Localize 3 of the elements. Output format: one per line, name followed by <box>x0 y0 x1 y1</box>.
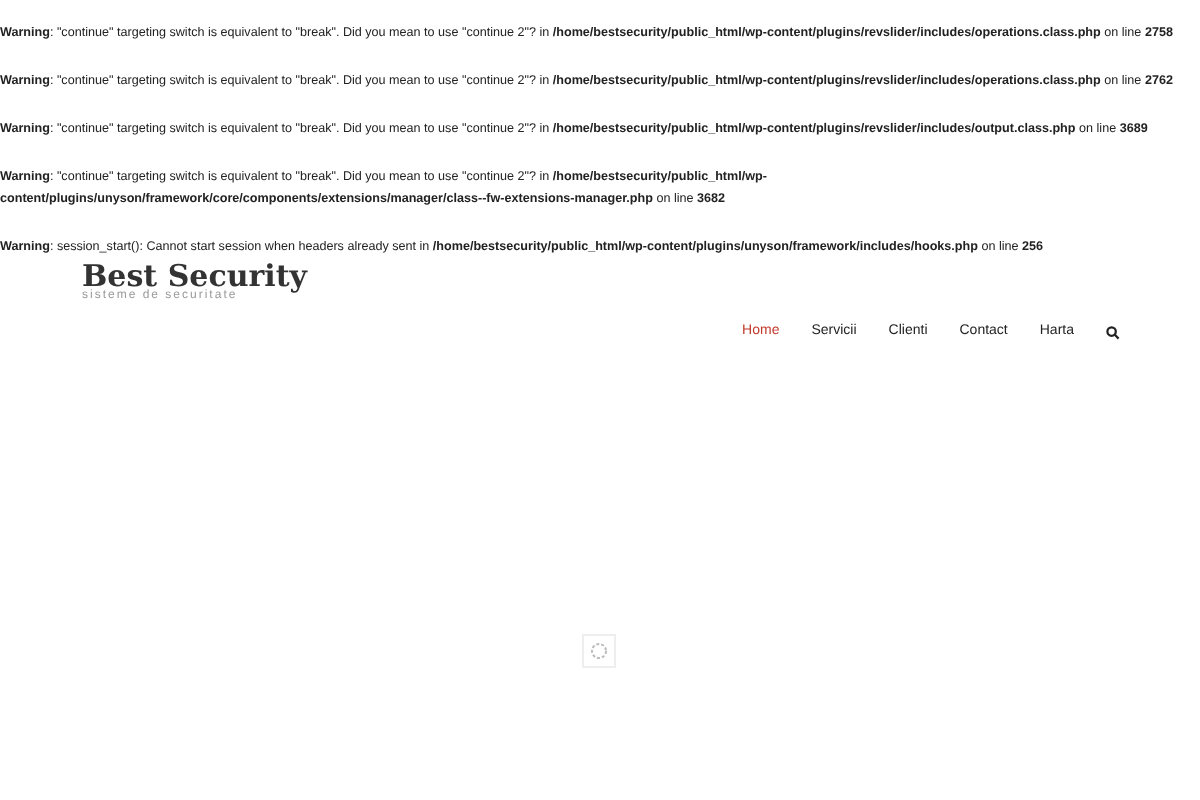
logo-title[interactable]: Best Security <box>82 262 307 290</box>
search-icon[interactable] <box>1106 325 1120 340</box>
loading-spinner-icon <box>582 634 616 668</box>
